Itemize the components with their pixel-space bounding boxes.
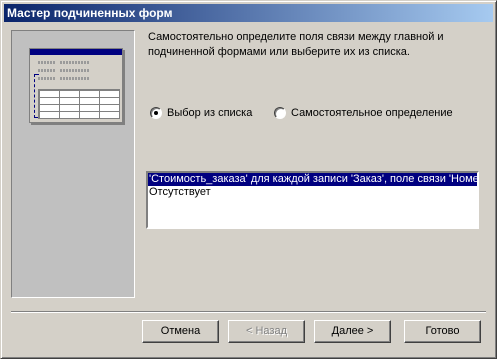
form-header-bar <box>30 49 122 55</box>
next-button[interactable]: Далее > <box>314 320 391 343</box>
radio-button-selected[interactable] <box>150 107 162 119</box>
wizard-window: Мастер подчиненных форм Самостоятельно о… <box>0 0 497 359</box>
divider <box>11 311 486 313</box>
field-line <box>60 61 90 64</box>
list-item[interactable]: Отсутствует <box>148 186 477 199</box>
link-fields-list[interactable]: 'Стоимость_заказа' для каждой записи 'За… <box>146 171 479 229</box>
preview-panel <box>11 30 135 298</box>
finish-button[interactable]: Готово <box>404 320 481 343</box>
window-title: Мастер подчиненных форм <box>7 6 173 20</box>
description-text: Самостоятельно определите поля связи меж… <box>148 31 444 58</box>
field-line <box>38 77 56 80</box>
title-bar: Мастер подчиненных форм <box>4 4 493 22</box>
back-button[interactable]: < Назад <box>228 320 305 343</box>
option-from-list[interactable]: Выбор из списка <box>150 107 252 119</box>
option-label: Самостоятельное определение <box>291 107 453 119</box>
radio-button[interactable] <box>274 107 286 119</box>
field-line <box>38 61 56 64</box>
option-manual[interactable]: Самостоятельное определение <box>274 107 453 119</box>
field-line <box>60 77 90 80</box>
field-line <box>38 69 56 72</box>
option-label: Выбор из списка <box>167 107 253 119</box>
field-line <box>60 69 90 72</box>
list-item[interactable]: 'Стоимость_заказа' для каждой записи 'За… <box>148 173 477 186</box>
form-preview-icon <box>29 48 123 123</box>
cancel-button[interactable]: Отмена <box>142 320 219 343</box>
subform-grid <box>38 89 120 119</box>
